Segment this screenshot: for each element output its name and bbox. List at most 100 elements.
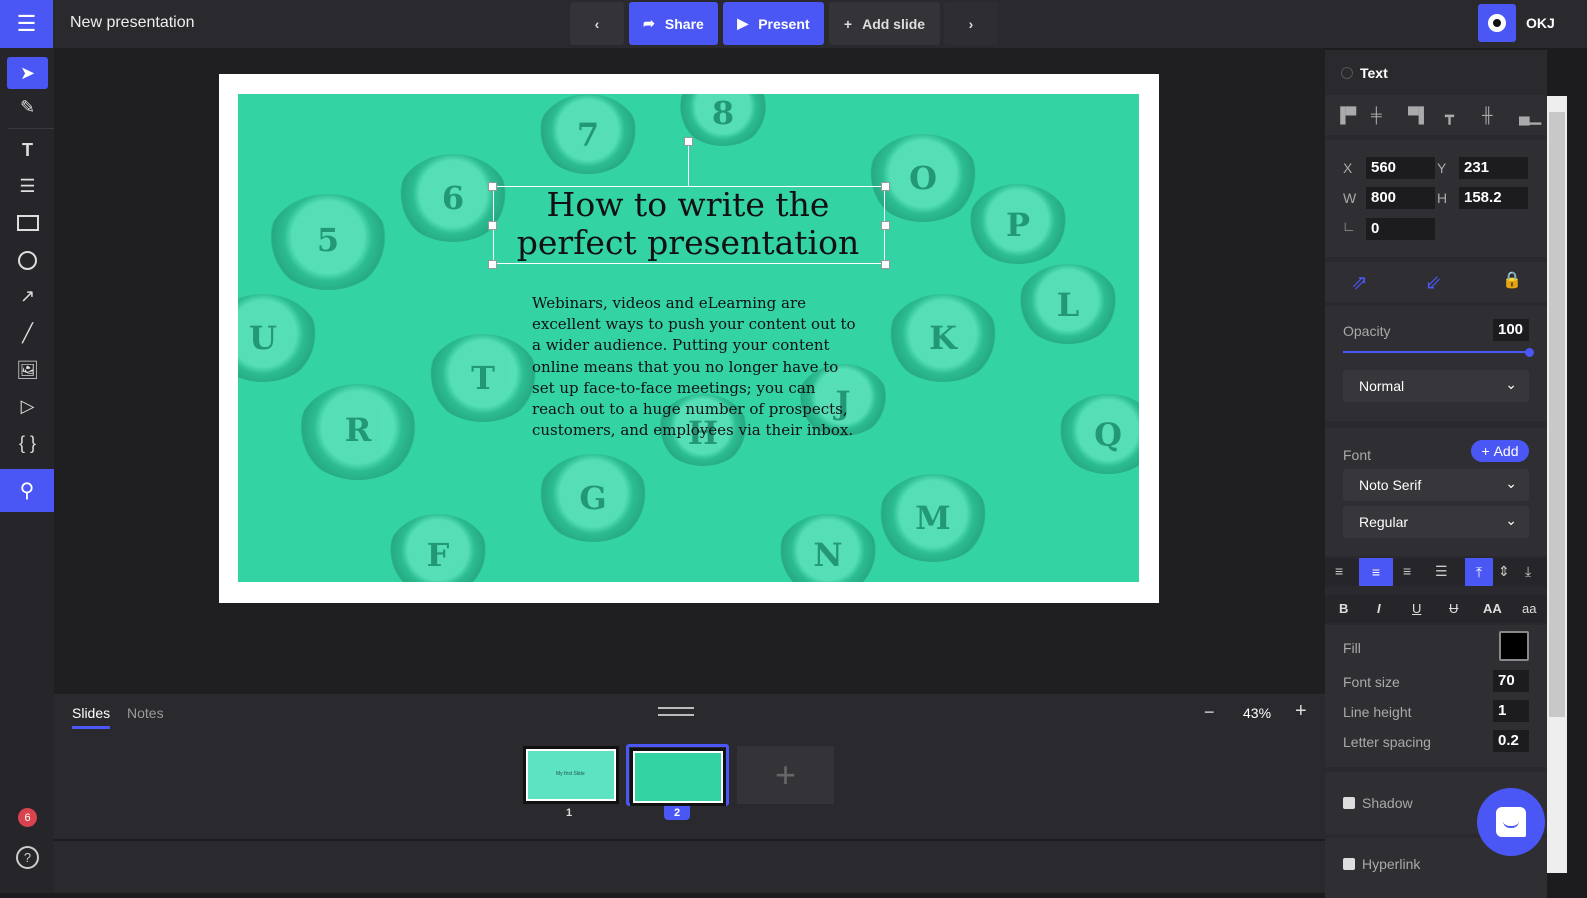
search-tool[interactable]: ⚲	[0, 469, 54, 512]
slide-thumbnail-1[interactable]: My first Slide	[523, 746, 619, 804]
line-icon: ╱	[22, 322, 33, 343]
add-slide-thumbnail-button[interactable]: +	[737, 746, 834, 804]
present-button[interactable]: ▶ Present	[723, 2, 824, 45]
text-list-tool[interactable]: ☰	[7, 170, 48, 202]
typewriter-key: G	[538, 454, 648, 542]
align-top-icon[interactable]: ┳	[1445, 107, 1454, 125]
opacity-input[interactable]: 100	[1493, 319, 1529, 341]
font-weight-value: Regular	[1359, 514, 1409, 530]
hyperlink-checkbox[interactable]	[1343, 858, 1355, 870]
tab-slides[interactable]: Slides	[72, 705, 110, 721]
text-tool[interactable]: T	[7, 134, 48, 166]
typewriter-key: 7	[538, 94, 638, 174]
letter-spacing-input[interactable]: 0.2	[1493, 730, 1529, 752]
bold-button[interactable]: B	[1339, 601, 1348, 616]
tab-notes[interactable]: Notes	[127, 705, 164, 721]
presentation-title[interactable]: New presentation	[70, 14, 195, 32]
strikethrough-button[interactable]: U	[1449, 601, 1458, 616]
pencil-tool[interactable]: ✎	[7, 91, 48, 123]
code-braces-icon: { }	[18, 432, 37, 453]
x-input[interactable]: 560	[1366, 157, 1435, 179]
slide-number: 1	[566, 807, 573, 819]
next-slide-button[interactable]: ›	[944, 2, 998, 45]
add-slide-button[interactable]: + Add slide	[829, 2, 940, 45]
zoom-out-button[interactable]: −	[1204, 702, 1215, 723]
typewriter-key: 5	[268, 194, 388, 290]
fill-color-swatch[interactable]	[1499, 631, 1529, 661]
font-size-input[interactable]: 70	[1493, 670, 1529, 692]
video-icon: ▷	[20, 395, 35, 416]
image-tool[interactable]: 🖼	[7, 354, 48, 386]
uppercase-button[interactable]: AA	[1483, 601, 1502, 616]
add-font-button[interactable]: + Add	[1471, 440, 1529, 462]
text-justify-icon[interactable]: ☰	[1435, 563, 1448, 580]
y-input[interactable]: 231	[1459, 157, 1528, 179]
chat-icon	[1496, 807, 1526, 837]
italic-button[interactable]: I	[1377, 601, 1381, 616]
slide-thumbnail-2[interactable]	[630, 748, 726, 806]
bring-forward-icon[interactable]: ⇗	[1351, 270, 1368, 295]
font-family-select[interactable]: Noto Serif ⌄	[1343, 469, 1529, 501]
text-align-right-icon[interactable]: ≡	[1403, 563, 1411, 579]
code-tool[interactable]: { }	[7, 427, 48, 459]
line-height-input[interactable]: 1	[1493, 700, 1529, 722]
line-tool[interactable]: ╱	[7, 317, 48, 349]
chat-button[interactable]	[1477, 788, 1545, 856]
width-input[interactable]: 800	[1366, 187, 1435, 209]
rotate-handle[interactable]	[684, 137, 693, 146]
typewriter-key: Q	[1058, 394, 1139, 474]
arrow-tool[interactable]: ↗	[7, 280, 48, 312]
zoom-in-button[interactable]: +	[1295, 700, 1307, 723]
previous-slide-button[interactable]: ‹	[570, 2, 624, 45]
lock-icon[interactable]: 🔒	[1502, 270, 1522, 290]
shadow-checkbox[interactable]	[1343, 797, 1355, 809]
notification-badge[interactable]: 6	[18, 808, 37, 827]
lowercase-button[interactable]: aa	[1522, 601, 1536, 616]
blend-mode-select[interactable]: Normal ⌄	[1343, 370, 1529, 402]
text-align-center-icon[interactable]: ≡	[1359, 558, 1393, 586]
video-tool[interactable]: ▷	[7, 390, 48, 422]
scrollbar-thumb[interactable]	[1549, 112, 1565, 717]
share-icon: ➦	[643, 15, 655, 31]
align-center-h-icon[interactable]: ╪	[1371, 107, 1382, 124]
record-button[interactable]	[1478, 4, 1516, 42]
align-middle-icon[interactable]: ╫	[1482, 107, 1493, 124]
slide-number: 2	[664, 806, 690, 820]
menu-button[interactable]: ☰	[0, 0, 53, 48]
valign-top-icon[interactable]: ⤒	[1465, 558, 1493, 586]
rotation-input[interactable]: 0	[1366, 218, 1435, 240]
image-icon: 🖼	[16, 359, 39, 380]
text-align-left-icon[interactable]: ≡	[1335, 563, 1343, 579]
record-icon	[1488, 14, 1506, 32]
align-left-icon[interactable]: ▐▀	[1335, 107, 1356, 124]
panel-resize-handle[interactable]	[658, 707, 694, 716]
select-tool[interactable]: ➤	[7, 57, 48, 89]
send-backward-icon[interactable]: ⇙	[1425, 270, 1442, 295]
add-slide-label: Add slide	[862, 15, 926, 32]
rectangle-icon	[16, 215, 39, 231]
plus-icon: +	[843, 15, 853, 32]
slide[interactable]: 7865OPTRKLJGFMNHQU How to write the perf…	[238, 94, 1139, 582]
slide-body-text[interactable]: Webinars, videos and eLearning are excel…	[532, 293, 862, 441]
align-bottom-icon[interactable]: ▄▁	[1519, 107, 1541, 125]
valign-bottom-icon[interactable]: ⤓	[1525, 563, 1531, 580]
help-icon[interactable]: ?	[16, 846, 39, 869]
divider	[8, 128, 54, 129]
underline-button[interactable]: U	[1412, 601, 1421, 616]
share-button[interactable]: ➦ Share	[629, 2, 718, 45]
height-input[interactable]: 158.2	[1459, 187, 1528, 209]
slide-title[interactable]: How to write the perfect presentation	[488, 186, 888, 262]
x-label: X	[1343, 160, 1353, 176]
circle-tool[interactable]	[7, 244, 48, 276]
typewriter-key: M	[878, 474, 988, 562]
align-right-icon[interactable]: ▀▌	[1408, 107, 1429, 124]
section-title: Text	[1360, 65, 1388, 81]
rectangle-tool[interactable]	[7, 207, 48, 239]
thumbnail-label: My first Slide	[556, 771, 585, 777]
opacity-slider-thumb[interactable]	[1525, 348, 1534, 357]
valign-middle-icon[interactable]: ⇕	[1498, 563, 1510, 580]
font-weight-select[interactable]: Regular ⌄	[1343, 506, 1529, 538]
user-initials[interactable]: OKJ	[1526, 15, 1555, 31]
opacity-slider[interactable]	[1343, 351, 1529, 353]
font-label: Font	[1343, 447, 1372, 463]
